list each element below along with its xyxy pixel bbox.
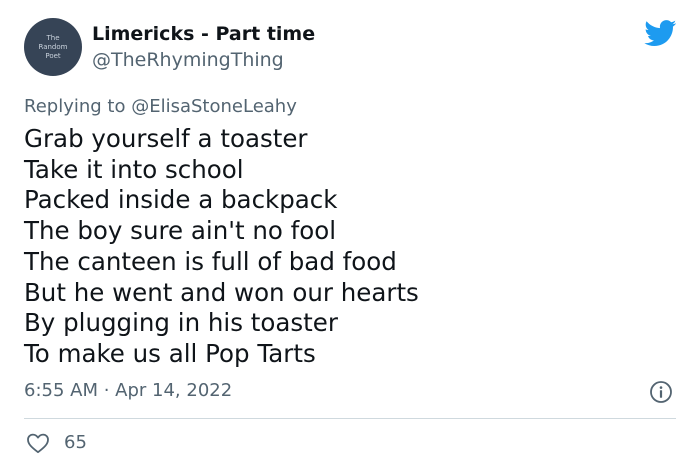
tweet-line: The boy sure ain't no fool	[24, 216, 337, 246]
like-count: 65	[64, 432, 87, 453]
tweet-line: To make us all Pop Tarts	[24, 338, 316, 368]
avatar-text-line-2: Random	[38, 42, 68, 51]
tweet-line: By plugging in his toaster	[24, 308, 338, 338]
tweet-timestamp-link[interactable]: 6:55 AM · Apr 14, 2022	[24, 379, 232, 403]
author-display-name[interactable]: Limericks - Part time	[92, 22, 315, 46]
reply-prefix: Replying to	[24, 96, 126, 117]
tweet-card: The Random Poet Limericks - Part time @T…	[0, 0, 700, 471]
tweet-line: But he went and won our hearts	[24, 277, 419, 307]
info-icon[interactable]	[649, 380, 673, 404]
tweet-line: The canteen is full of bad food	[24, 246, 397, 276]
reply-context: Replying to @ElisaStoneLeahy	[24, 95, 297, 119]
tweet-line: Take it into school	[24, 154, 244, 184]
avatar-text-line-3: Poet	[45, 51, 61, 60]
author-handle[interactable]: @TheRhymingThing	[92, 48, 284, 72]
avatar[interactable]: The Random Poet	[24, 18, 82, 76]
tweet-text: Grab yourself a toaster Take it into sch…	[24, 124, 664, 370]
reply-mention-link[interactable]: @ElisaStoneLeahy	[131, 96, 297, 117]
tweet-line: Packed inside a backpack	[24, 185, 338, 215]
tweet-line: Grab yourself a toaster	[24, 124, 308, 153]
heart-icon[interactable]	[26, 432, 50, 454]
avatar-text-line-1: The	[46, 33, 60, 42]
twitter-bird-icon[interactable]	[644, 20, 677, 47]
divider	[24, 418, 676, 419]
